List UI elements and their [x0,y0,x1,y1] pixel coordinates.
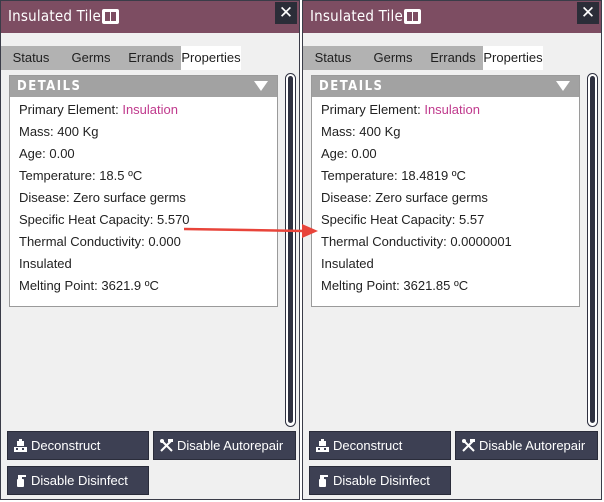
age-row: Age: 0.00 [19,146,75,161]
melting-point-row: Melting Point: 3621.9 ºC [19,278,159,293]
tab-bar: Status Germs Errands Properties [1,46,241,70]
specific-heat-row: Specific Heat Capacity: 5.57 [321,212,485,227]
thermal-conductivity-row: Thermal Conductivity: 0.0000001 [321,234,512,249]
disable-disinfect-label: Disable Disinfect [31,473,128,488]
tab-germs[interactable]: Germs [61,46,121,70]
codex-book-icon[interactable] [102,9,119,24]
tab-bar: Status Germs Errands Properties [303,46,543,70]
wrench-hammer-icon [160,439,173,452]
spray-bottle-icon [17,475,26,487]
close-icon[interactable]: ✕ [577,2,599,24]
primary-element-label: Primary Element: [321,102,421,117]
triangle-down-icon[interactable] [254,81,268,91]
disable-disinfect-button[interactable]: Disable Disinfect [309,466,451,495]
details-header[interactable]: DETAILS [312,76,579,97]
disease-row: Disease: Zero surface germs [321,190,488,205]
title-bar: Insulated Tile ✕ [1,1,299,33]
codex-book-icon[interactable] [404,9,421,24]
panel-title: Insulated Tile [8,7,101,25]
details-section: DETAILS Primary Element: Insulation Mass… [311,75,580,307]
tab-properties[interactable]: Properties [181,46,241,70]
scrollbar-thumb[interactable] [590,76,595,423]
age-row: Age: 0.00 [321,146,377,161]
disable-autorepair-button[interactable]: Disable Autorepair [153,431,296,460]
melting-point-row: Melting Point: 3621.85 ºC [321,278,469,293]
disable-autorepair-label: Disable Autorepair [177,438,284,453]
details-header[interactable]: DETAILS [10,76,277,97]
deconstruct-icon [14,439,27,452]
disable-autorepair-label: Disable Autorepair [479,438,586,453]
scrollbar[interactable] [285,73,296,427]
temperature-row: Temperature: 18.4819 ºC [321,168,466,183]
mass-row: Mass: 400 Kg [321,124,401,139]
details-title: DETAILS [319,79,384,94]
tab-errands[interactable]: Errands [423,46,483,70]
spray-bottle-icon [319,475,328,487]
details-section: DETAILS Primary Element: Insulation Mass… [9,75,278,307]
side-screen-panel-before: Insulated Tile ✕ Status Germs Errands Pr… [0,0,300,500]
deconstruct-button[interactable]: Deconstruct [309,431,451,460]
close-icon[interactable]: ✕ [275,2,297,24]
scrollbar[interactable] [587,73,598,427]
mass-row: Mass: 400 Kg [19,124,99,139]
title-bar: Insulated Tile ✕ [303,1,601,33]
primary-element-row: Primary Element: Insulation [321,102,480,118]
primary-element-link[interactable]: Insulation [424,102,480,117]
primary-element-link[interactable]: Insulation [122,102,178,117]
tab-germs[interactable]: Germs [363,46,423,70]
scrollbar-thumb[interactable] [288,76,293,423]
specific-heat-row: Specific Heat Capacity: 5.570 [19,212,190,227]
deconstruct-button[interactable]: Deconstruct [7,431,149,460]
tab-properties[interactable]: Properties [483,46,543,70]
disable-disinfect-button[interactable]: Disable Disinfect [7,466,149,495]
wrench-hammer-icon [462,439,475,452]
insulated-row: Insulated [321,256,374,271]
primary-element-row: Primary Element: Insulation [19,102,178,118]
disable-autorepair-button[interactable]: Disable Autorepair [455,431,598,460]
details-title: DETAILS [17,79,82,94]
insulated-row: Insulated [19,256,72,271]
thermal-conductivity-row: Thermal Conductivity: 0.000 [19,234,181,249]
disable-disinfect-label: Disable Disinfect [333,473,430,488]
deconstruct-label: Deconstruct [333,438,403,453]
tab-status[interactable]: Status [303,46,363,70]
side-screen-panel-after: Insulated Tile ✕ Status Germs Errands Pr… [302,0,602,500]
tab-errands[interactable]: Errands [121,46,181,70]
panel-title: Insulated Tile [310,7,403,25]
primary-element-label: Primary Element: [19,102,119,117]
disease-row: Disease: Zero surface germs [19,190,186,205]
triangle-down-icon[interactable] [556,81,570,91]
tab-status[interactable]: Status [1,46,61,70]
deconstruct-label: Deconstruct [31,438,101,453]
deconstruct-icon [316,439,329,452]
temperature-row: Temperature: 18.5 ºC [19,168,143,183]
